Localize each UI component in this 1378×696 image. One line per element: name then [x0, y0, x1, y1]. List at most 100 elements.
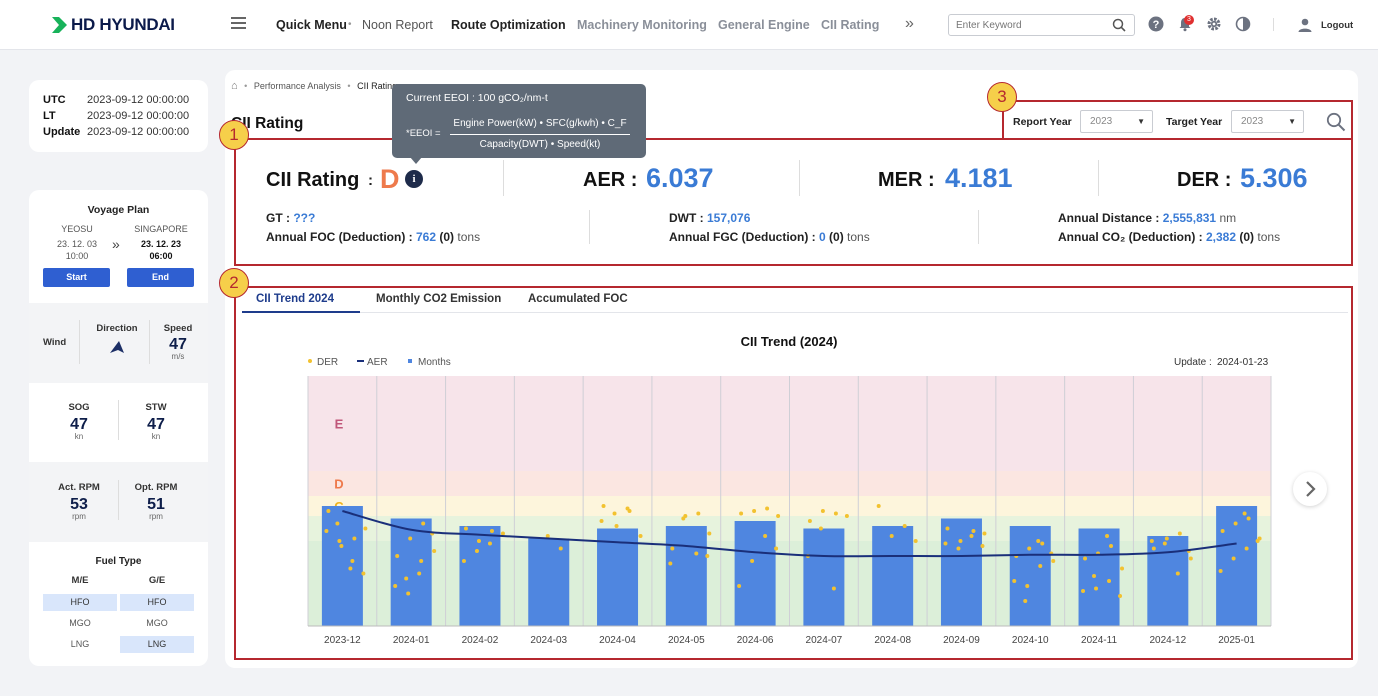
eeoi-tooltip: Current EEOI : 100 gCO₂/nm-t *EEOI = Eng…	[392, 84, 646, 158]
der-point	[844, 514, 849, 518]
logo-text: HD HYUNDAI	[71, 15, 175, 34]
annual-foc-label: Annual FOC (Deduction) :	[266, 230, 413, 244]
dwt-value: 157,076	[707, 211, 751, 225]
report-year-select[interactable]: 2023 ▼	[1080, 110, 1153, 133]
time-info-card: UTC 2023-09-12 00:00:00 LT 2023-09-12 00:0…	[29, 80, 208, 152]
x-tick-label: 2024-02	[462, 635, 499, 646]
x-tick-label: 2024-09	[943, 635, 980, 646]
notification-count-badge: 3	[1184, 15, 1194, 25]
der-point	[1120, 566, 1125, 571]
der-point	[558, 546, 563, 551]
gt-label: GT :	[266, 211, 290, 225]
der-point	[1177, 531, 1182, 536]
voyage-end-button[interactable]: End	[127, 268, 194, 287]
rpm-divider	[118, 480, 119, 520]
utc-label: UTC	[43, 94, 66, 106]
report-year-label: Report Year	[1013, 116, 1072, 128]
annual-fgc-unit: tons	[847, 230, 870, 244]
der-point	[1027, 546, 1032, 551]
theme-toggle-icon[interactable]	[1235, 16, 1251, 32]
fuel-ge-lng[interactable]: LNG	[120, 636, 194, 653]
target-year-select[interactable]: 2023 ▼	[1231, 110, 1304, 133]
annual-foc-line: Annual FOC (Deduction) : 762 (0) tons	[266, 230, 480, 244]
sog-label: SOG	[68, 402, 90, 413]
search-icon[interactable]	[1326, 112, 1346, 132]
breadcrumb: ⌂ • Performance Analysis • CII Rating	[231, 80, 397, 92]
target-year-value: 2023	[1241, 116, 1264, 127]
summary-divider-3	[1098, 160, 1099, 196]
aer-label: AER :	[583, 169, 638, 191]
nav-more-icon[interactable]: »	[905, 15, 914, 33]
vessel-status-card: Voyage Plan YEOSU 23. 12. 03 10:00 » SIN…	[29, 190, 208, 666]
voyage-start-button[interactable]: Start	[43, 268, 110, 287]
annual-fgc-deduction: (0)	[829, 230, 844, 244]
update-label: Update	[43, 126, 81, 138]
fuel-me-hfo[interactable]: HFO	[43, 594, 117, 611]
der-point	[807, 519, 812, 523]
annual-foc-unit: tons	[457, 230, 481, 244]
info-icon[interactable]: i	[405, 170, 423, 188]
global-search[interactable]	[948, 14, 1135, 36]
voyage-from-port: YEOSU	[61, 224, 93, 234]
fuel-ge-mgo[interactable]: MGO	[120, 615, 194, 632]
home-icon[interactable]: ⌂	[231, 80, 238, 92]
help-icon[interactable]: ?	[1148, 16, 1164, 32]
tab-accumulated-foc[interactable]: Accumulated FOC	[528, 293, 628, 305]
der-point	[980, 544, 985, 548]
fuel-ge-hfo[interactable]: HFO	[120, 594, 194, 611]
bar-2024-01	[390, 518, 432, 626]
aer-label-text: AER	[583, 169, 626, 191]
der-value: 5.306	[1240, 163, 1308, 193]
report-year-value: 2023	[1090, 116, 1113, 127]
der-point	[614, 524, 619, 528]
der-point	[599, 519, 604, 523]
der-point	[350, 559, 355, 563]
tooltip-denominator: Capacity(DWT) • Speed(kt)	[479, 139, 601, 150]
lt-label: LT	[43, 110, 56, 122]
settings-gear-icon[interactable]	[1206, 16, 1222, 32]
der-point	[971, 529, 976, 533]
legend-label: DER	[317, 357, 338, 368]
chart-next-button[interactable]	[1293, 472, 1327, 506]
nav-quick-menu[interactable]: Quick Menu	[276, 18, 347, 32]
der-point	[1188, 556, 1193, 561]
mer-label-text: MER	[878, 169, 923, 191]
der-point	[956, 546, 961, 551]
bar-2024-09	[940, 518, 982, 626]
bar-2024-05	[665, 526, 707, 626]
fuel-me-mgo[interactable]: MGO	[43, 615, 117, 632]
der-point	[902, 524, 907, 528]
search-icon[interactable]	[1112, 18, 1126, 32]
nav-noon-report[interactable]: Noon Report	[362, 18, 433, 32]
mer-label: MER :	[878, 169, 935, 191]
der-point	[774, 546, 779, 551]
wind-divider-2	[149, 320, 150, 364]
der-point	[324, 529, 329, 533]
der-point	[1175, 571, 1180, 576]
stw-label: STW	[145, 402, 167, 413]
der-point	[337, 539, 342, 543]
menu-hamburger-icon[interactable]	[231, 17, 246, 31]
der-label: DER :	[1177, 169, 1232, 191]
opt-rpm-unit: rpm	[149, 512, 163, 521]
annual-fgc-line: Annual FGC (Deduction) : 0 (0) tons	[669, 230, 870, 244]
logout-link[interactable]: Logout	[1321, 20, 1353, 31]
der-point	[1149, 539, 1154, 543]
wind-speed-label: Speed	[163, 323, 193, 334]
gt-line: GT : ???	[266, 211, 315, 225]
nav-general-engine[interactable]: General Engine	[718, 18, 810, 32]
search-input[interactable]	[956, 20, 1106, 31]
company-logo[interactable]: HD HYUNDAI	[52, 15, 175, 35]
voyage-to-date: 23. 12. 23	[140, 239, 182, 249]
nav-machinery-monitoring[interactable]: Machinery Monitoring	[577, 18, 707, 32]
nav-route-optimization[interactable]: Route Optimization	[451, 18, 566, 32]
annual-fgc-label: Annual FGC (Deduction) :	[669, 230, 816, 244]
breadcrumb-performance[interactable]: Performance Analysis	[254, 81, 341, 91]
tab-cii-trend[interactable]: CII Trend 2024	[256, 293, 334, 305]
user-avatar-icon[interactable]	[1297, 17, 1313, 33]
tab-monthly-co2[interactable]: Monthly CO2 Emission	[376, 293, 501, 305]
nav-cii-rating[interactable]: CII Rating	[821, 18, 879, 32]
summary-divider-1	[503, 160, 504, 196]
der-point	[601, 504, 606, 508]
fuel-me-lng[interactable]: LNG	[43, 636, 117, 653]
